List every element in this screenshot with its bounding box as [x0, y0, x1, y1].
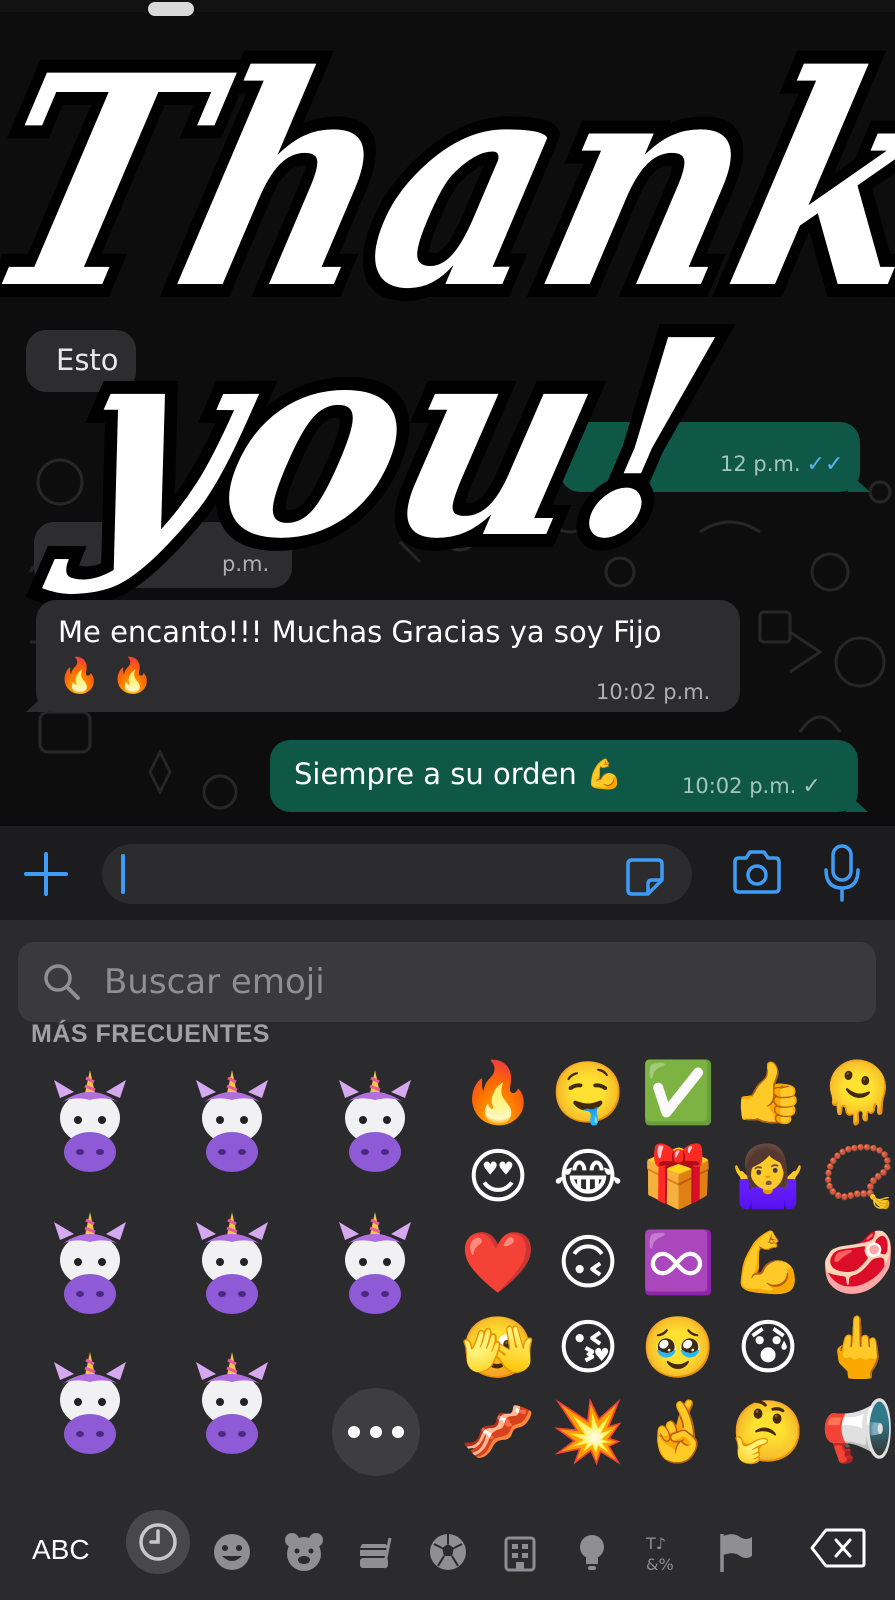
- memoji-unicorn-cursing[interactable]: [325, 1068, 425, 1178]
- emoji-search-field[interactable]: Buscar emoji: [18, 942, 876, 1022]
- whatsapp-chat-screen: Esto 12 p.m. ✓✓ p.m. Thank you! Me encant…: [0, 0, 895, 1600]
- emoji-key[interactable]: 😂: [548, 1137, 628, 1217]
- emoji-key[interactable]: 👍: [728, 1053, 808, 1133]
- memoji-unicorn-tongue[interactable]: [325, 1210, 425, 1320]
- emoji-key[interactable]: 🥹: [638, 1308, 718, 1388]
- smileys-icon[interactable]: [210, 1530, 254, 1574]
- message-input-bar: [0, 826, 895, 920]
- recent-icon[interactable]: [136, 1520, 180, 1564]
- symbols-icon[interactable]: T♪ &%: [642, 1530, 686, 1574]
- emoji-key[interactable]: 🤞: [638, 1392, 718, 1472]
- sticker-icon[interactable]: [624, 856, 666, 898]
- memoji-unicorn-sleeping[interactable]: [40, 1068, 140, 1178]
- travel-icon[interactable]: [498, 1530, 542, 1574]
- emoji-key[interactable]: 😰: [728, 1308, 808, 1388]
- message-bubble-outgoing[interactable]: Siempre a su orden 💪 10:02 p.m. ✓: [270, 740, 868, 812]
- emoji-key[interactable]: ♾️: [638, 1223, 718, 1303]
- text-caret: [121, 854, 125, 894]
- food-icon[interactable]: [354, 1530, 398, 1574]
- message-input[interactable]: [102, 844, 692, 904]
- svg-text:&%: &%: [646, 1555, 674, 1574]
- abc-keyboard-switch[interactable]: ABC: [32, 1510, 90, 1590]
- emoji-key[interactable]: 🥩: [818, 1223, 895, 1303]
- emoji-key[interactable]: 🔥: [458, 1053, 538, 1133]
- emoji-search-placeholder: Buscar emoji: [104, 962, 325, 1002]
- search-icon: [44, 964, 80, 1000]
- svg-text:T♪: T♪: [645, 1534, 666, 1553]
- more-memoji-button[interactable]: [332, 1388, 420, 1476]
- emoji-key[interactable]: 💥: [548, 1392, 628, 1472]
- top-bar-edge: [0, 0, 895, 16]
- message-emoji-line: 🔥 🔥: [58, 656, 154, 696]
- emoji-key[interactable]: 🤤: [548, 1053, 628, 1133]
- message-text: Siempre a su orden 💪: [294, 757, 623, 791]
- plus-icon[interactable]: [22, 850, 70, 898]
- emoji-keyboard: Buscar emoji MÁS FRECUENTES 🔥 🤤 ✅ 👍 🫠 😍 😂 🎁 🤷‍♀️…: [0, 920, 895, 1600]
- emoji-key[interactable]: 🖕: [818, 1308, 895, 1388]
- emoji-category-bar: ABC T♪ &%: [0, 1510, 895, 1600]
- emoji-key[interactable]: ✅: [638, 1053, 718, 1133]
- emoji-key[interactable]: 🥓: [458, 1392, 538, 1472]
- emoji-key[interactable]: 🙃: [548, 1223, 628, 1303]
- memoji-unicorn-mind-blown[interactable]: [40, 1350, 140, 1460]
- emoji-key[interactable]: 💪: [728, 1223, 808, 1303]
- camera-icon[interactable]: [729, 848, 785, 898]
- emoji-key[interactable]: 🫣: [458, 1308, 538, 1388]
- message-time: 10:02 p.m. ✓: [682, 766, 821, 807]
- delete-backspace-icon[interactable]: [810, 1528, 866, 1568]
- emoji-key[interactable]: ❤️: [458, 1223, 538, 1303]
- message-time: 10:02 p.m.: [596, 680, 711, 704]
- emoji-key[interactable]: 🎁: [638, 1137, 718, 1217]
- memoji-unicorn-crying-laughing[interactable]: [182, 1068, 282, 1178]
- emoji-key[interactable]: 😘: [548, 1308, 628, 1388]
- message-text: Me encanto!!! Muchas Gracias ya soy Fijo: [58, 615, 662, 649]
- message-time-text: 10:02 p.m.: [682, 774, 797, 798]
- memoji-unicorn-kiss[interactable]: [182, 1350, 282, 1460]
- message-bubble-incoming[interactable]: Me encanto!!! Muchas Gracias ya soy Fijo…: [26, 600, 740, 712]
- sticker-text-you: you!: [36, 281, 743, 598]
- thank-you-sticker[interactable]: Thank you!: [0, 14, 895, 604]
- section-title-frequent: MÁS FRECUENTES: [31, 1020, 270, 1048]
- memoji-unicorn-heart-eyes[interactable]: [182, 1210, 282, 1320]
- animals-icon[interactable]: [282, 1530, 326, 1574]
- emoji-key[interactable]: 😍: [458, 1137, 538, 1217]
- chat-area[interactable]: Esto 12 p.m. ✓✓ p.m. Thank you! Me encant…: [0, 0, 895, 826]
- microphone-icon[interactable]: [822, 844, 862, 902]
- emoji-key[interactable]: 🤔: [728, 1392, 808, 1472]
- memoji-unicorn-starstruck[interactable]: [40, 1210, 140, 1320]
- sent-tick-icon: ✓: [802, 774, 821, 799]
- activity-icon[interactable]: [426, 1530, 470, 1574]
- flags-icon[interactable]: [714, 1530, 758, 1574]
- emoji-key[interactable]: 🤷‍♀️: [728, 1137, 808, 1217]
- emoji-key[interactable]: 📿: [818, 1137, 895, 1217]
- objects-icon[interactable]: [570, 1530, 614, 1574]
- emoji-key[interactable]: 🫠: [818, 1053, 895, 1133]
- emoji-key[interactable]: 📢: [818, 1392, 895, 1472]
